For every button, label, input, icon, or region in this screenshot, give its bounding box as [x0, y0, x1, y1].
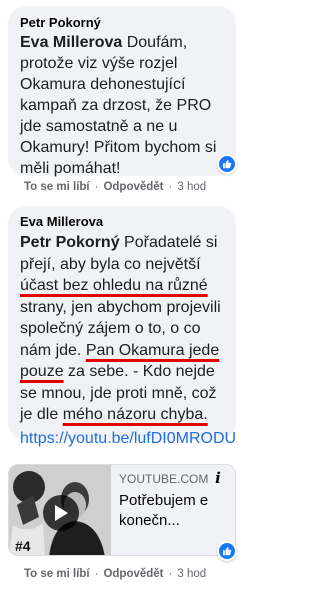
comment-text: Petr Pokorný Pořadatelé si přejí, aby by… — [20, 232, 236, 449]
comment-timestamp[interactable]: 3 hod — [177, 181, 206, 193]
like-button[interactable]: To se mi líbí — [24, 568, 90, 580]
comment-author[interactable]: Petr Pokorný — [20, 15, 224, 31]
comment-timestamp[interactable]: 3 hod — [177, 568, 206, 580]
like-reaction-badge[interactable] — [217, 541, 237, 561]
mention-link[interactable]: Eva Millerova — [20, 34, 122, 51]
link-title[interactable]: Potřebujem e konečn... — [119, 491, 229, 531]
svg-text:#4: #4 — [15, 538, 31, 554]
comment-bubble: Eva Millerova Petr Pokorný Pořadatelé si… — [8, 206, 236, 447]
info-icon[interactable]: i — [207, 467, 229, 489]
comment-body: Doufám, protože viz výše rozjel Okamura … — [20, 34, 217, 177]
reply-button[interactable]: Odpovědět — [103, 181, 163, 193]
play-icon[interactable] — [43, 495, 79, 531]
reply-button[interactable]: Odpovědět — [103, 568, 163, 580]
video-thumbnail[interactable]: #4 — [9, 465, 111, 555]
separator-dot: · — [168, 181, 173, 193]
like-reaction-badge[interactable] — [217, 154, 237, 174]
like-button[interactable]: To se mi líbí — [24, 181, 90, 193]
comment-author[interactable]: Eva Millerova — [20, 214, 224, 230]
underlined-text: účast bez ohledu na různé — [20, 277, 208, 294]
separator-dot: · — [168, 568, 173, 580]
mention-link[interactable]: Petr Pokorný — [20, 234, 120, 251]
youtube-link[interactable]: https://youtu.be/lufDI0MRODU — [20, 428, 236, 449]
separator-dot: · — [94, 568, 99, 580]
separator-dot: · — [94, 181, 99, 193]
link-preview-card[interactable]: #4 YOUTUBE.COM Potřebujem e konečn... i — [8, 464, 236, 556]
thumbs-up-icon — [219, 543, 235, 559]
comment-actions: To se mi líbí · Odpovědět · 3 hod — [24, 181, 206, 193]
comment-bubble: Petr Pokorný Eva Millerova Doufám, proto… — [8, 6, 236, 179]
comment-actions: To se mi líbí · Odpovědět · 3 hod — [24, 568, 206, 580]
thumbs-up-icon — [219, 156, 235, 172]
comment-text: Eva Millerova Doufám, protože viz výše r… — [20, 32, 224, 179]
underlined-text: mého názoru chyba. — [62, 406, 208, 423]
